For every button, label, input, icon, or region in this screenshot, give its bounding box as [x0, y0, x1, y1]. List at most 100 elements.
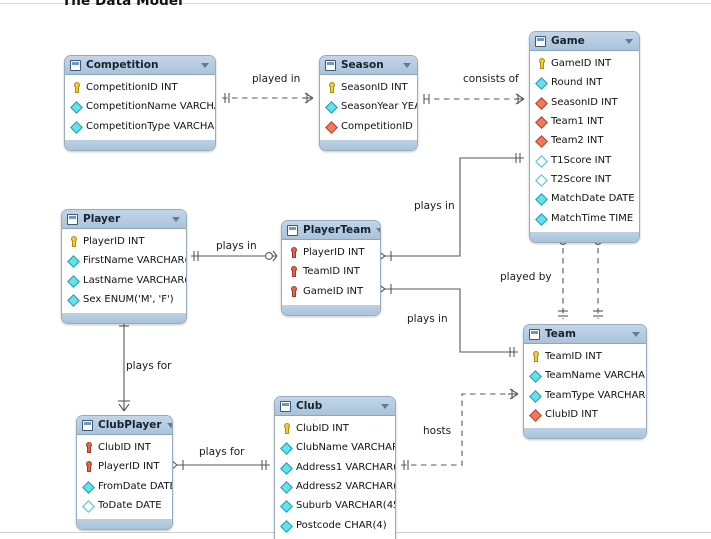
- field-row: ClubID INT: [524, 405, 646, 424]
- entity-header-player[interactable]: Player: [62, 210, 186, 229]
- table-icon: [280, 400, 291, 412]
- chevron-down-icon[interactable]: [376, 227, 380, 233]
- relationship-label-played-in: played in: [252, 73, 301, 85]
- field-row: SeasonID INT: [530, 93, 639, 112]
- entity-header-game[interactable]: Game: [530, 32, 639, 51]
- field-row: TeamName VARCHAR(45): [524, 366, 646, 385]
- field-row: Postcode CHAR(4): [275, 515, 395, 534]
- field-label: TeamID INT: [303, 266, 360, 278]
- connector-playerteam-team: [377, 283, 518, 357]
- connector-competition-season: [222, 92, 314, 104]
- field-label: SeasonID INT: [341, 82, 408, 94]
- foreign-key-icon: [536, 116, 546, 127]
- field-row: MatchDate DATE: [530, 189, 639, 208]
- field-label: CompetitionID INT: [341, 120, 417, 132]
- chevron-down-icon[interactable]: [381, 403, 389, 409]
- field-label: Address2 VARCHAR(45): [296, 481, 396, 493]
- field-label: CompetitionID INT: [86, 82, 178, 94]
- field-label: ClubName VARCHAR(45): [296, 442, 395, 454]
- field-row: FirstName VARCHAR(45): [62, 251, 186, 270]
- field-row: ClubID INT: [275, 419, 395, 438]
- table-icon: [70, 59, 81, 71]
- entity-title: Team: [545, 328, 576, 340]
- column-icon: [530, 370, 540, 381]
- column-icon: [281, 481, 291, 492]
- primary-key-icon: [281, 423, 291, 435]
- nullable-column-icon: [83, 500, 93, 511]
- primary-key-icon: [536, 58, 546, 70]
- entity-header-playerteam[interactable]: PlayerTeam: [282, 221, 380, 240]
- connector-game-team-2: [592, 232, 604, 319]
- column-icon: [83, 481, 93, 492]
- chevron-down-icon[interactable]: [403, 62, 411, 68]
- field-label: ClubID INT: [98, 442, 151, 454]
- field-label: SeasonID INT: [551, 96, 618, 108]
- primary-key-icon: [326, 82, 336, 94]
- nullable-column-icon: [536, 155, 546, 166]
- entity-fields-game: GameID INT Round INT SeasonID INT Team1 …: [530, 51, 639, 231]
- field-row: TeamID INT: [282, 262, 380, 281]
- relationship-label-plays-in-team: plays in: [407, 313, 448, 325]
- entity-clubplayer[interactable]: ClubPlayer ClubID INT PlayerID INT FromD…: [76, 415, 173, 531]
- field-label: PlayerID INT: [98, 461, 160, 473]
- entity-title: Season: [341, 59, 384, 71]
- field-label: Suburb VARCHAR(45): [296, 500, 396, 512]
- column-icon: [68, 294, 78, 305]
- entity-header-clubplayer[interactable]: ClubPlayer: [77, 416, 172, 435]
- field-label: LastName VARCHAR(45): [83, 274, 187, 286]
- chevron-down-icon[interactable]: [201, 62, 209, 68]
- field-row: GameID INT: [530, 54, 639, 73]
- entity-footer: [282, 303, 380, 315]
- primary-key-icon: [68, 236, 78, 248]
- chevron-down-icon[interactable]: [632, 331, 640, 337]
- entity-fields-team: TeamID INT TeamName VARCHAR(45) TeamType…: [524, 344, 646, 428]
- entity-header-club[interactable]: Club: [275, 397, 395, 416]
- field-row: ClubID INT: [77, 438, 172, 457]
- field-label: SeasonYear YEAR: [341, 101, 417, 113]
- column-icon: [68, 255, 78, 266]
- field-row: Sex ENUM('M', 'F'): [62, 290, 186, 309]
- entity-footer: [524, 427, 646, 439]
- entity-fields-club: ClubID INT ClubName VARCHAR(45) Address1…: [275, 416, 395, 538]
- chevron-down-icon[interactable]: [625, 38, 633, 44]
- entity-header-team[interactable]: Team: [524, 325, 646, 344]
- field-row: Team1 INT: [530, 112, 639, 131]
- entity-competition[interactable]: Competition CompetitionID INT Competitio…: [64, 55, 216, 151]
- column-icon: [281, 442, 291, 453]
- column-icon: [326, 101, 336, 112]
- entity-playerteam[interactable]: PlayerTeam PlayerID INT TeamID INT GameI…: [281, 220, 381, 316]
- column-icon: [536, 213, 546, 224]
- page-title: The Data Model: [62, 0, 183, 9]
- entity-player[interactable]: Player PlayerID INT FirstName VARCHAR(45…: [61, 209, 187, 325]
- column-icon: [530, 390, 540, 401]
- table-icon: [325, 59, 336, 71]
- field-label: CompetitionType VARCHAR(10): [86, 120, 215, 132]
- chevron-down-icon[interactable]: [172, 216, 180, 222]
- field-row: SeasonYear YEAR: [320, 97, 417, 116]
- entity-header-competition[interactable]: Competition: [65, 56, 215, 75]
- primary-foreign-key-icon: [83, 461, 93, 473]
- field-label: ToDate DATE: [98, 500, 162, 512]
- entity-team[interactable]: Team TeamID INT TeamName VARCHAR(45) Tea…: [523, 324, 647, 440]
- chevron-down-icon[interactable]: [166, 422, 172, 428]
- entity-season[interactable]: Season SeasonID INT SeasonYear YEAR Comp…: [319, 55, 418, 151]
- entity-fields-clubplayer: ClubID INT PlayerID INT FromDate DATE To…: [77, 435, 172, 519]
- entity-footer: [62, 312, 186, 324]
- field-row: PlayerID INT: [62, 232, 186, 251]
- field-row: FromDate DATE: [77, 477, 172, 496]
- primary-key-icon: [71, 82, 81, 94]
- field-row: Address2 VARCHAR(45): [275, 477, 395, 496]
- field-label: GameID INT: [303, 285, 364, 297]
- entity-club[interactable]: Club ClubID INT ClubName VARCHAR(45) Add…: [274, 396, 396, 539]
- field-row: T2Score INT: [530, 170, 639, 189]
- field-row: Round INT: [530, 73, 639, 92]
- field-row: CompetitionID INT: [320, 117, 417, 136]
- table-icon: [287, 224, 298, 236]
- entity-game[interactable]: Game GameID INT Round INT SeasonID INT T…: [529, 31, 640, 243]
- entity-footer: [530, 230, 639, 242]
- entity-header-season[interactable]: Season: [320, 56, 417, 75]
- entity-fields-competition: CompetitionID INT CompetitionName VARCHA…: [65, 75, 215, 139]
- field-row: T1Score INT: [530, 150, 639, 169]
- connector-club-team: [401, 388, 519, 470]
- table-icon: [529, 328, 540, 340]
